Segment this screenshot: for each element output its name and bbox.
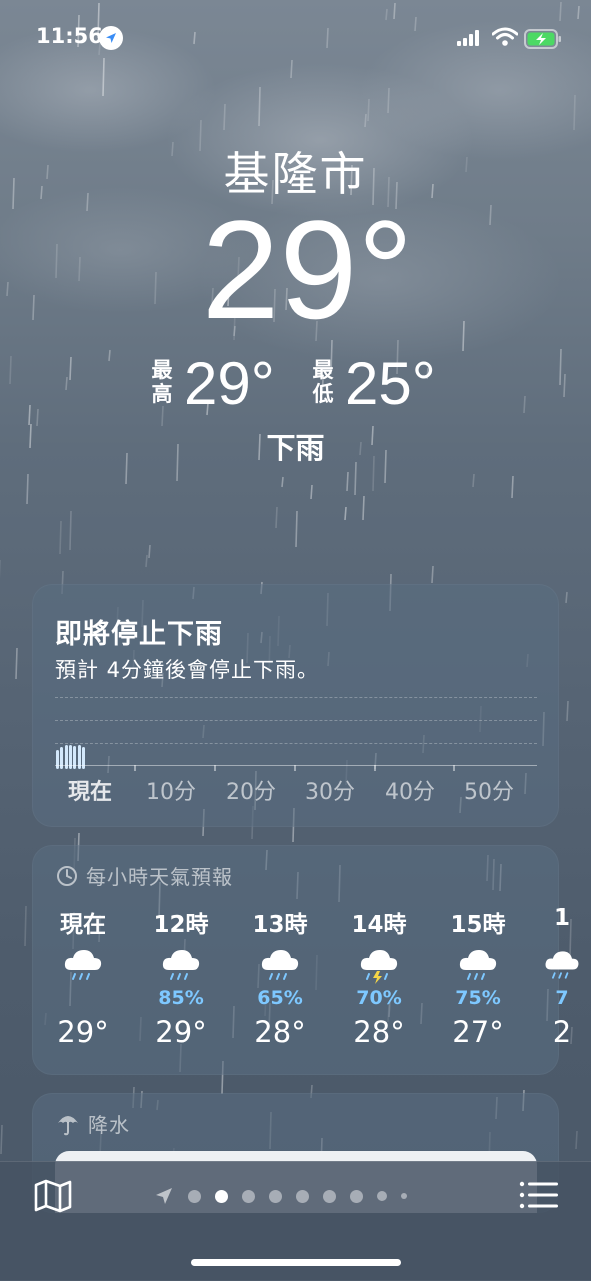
grid-line [55, 743, 537, 744]
hourly-forecast-card[interactable]: 每小時天氣預報 現在 29° 12時 85% 29° 13時 65% 28° 14時 70% 28°… [32, 845, 579, 1075]
location-page-icon[interactable] [154, 1186, 174, 1206]
hourly-header: 每小時天氣預報 [56, 861, 233, 890]
precip-chance: 85% [158, 987, 204, 1009]
precipitation-header: 降水 [56, 1109, 130, 1138]
chart-baseline [55, 765, 537, 766]
page-dot[interactable] [377, 1191, 387, 1201]
time-label: 40分 [385, 780, 435, 805]
high-temp: 29° [184, 350, 275, 417]
high-label: 最高 [151, 358, 173, 406]
list-icon[interactable] [519, 1180, 559, 1210]
axis-tick [453, 765, 455, 771]
battery-charging-icon [524, 29, 561, 49]
precip-chance [48, 987, 118, 1011]
hour-temp: 2 [552, 1015, 572, 1049]
page-dot[interactable] [323, 1189, 336, 1203]
status-bar: 11:56 [0, 0, 591, 70]
hour-label: 14時 [351, 912, 407, 938]
hourly-title: 每小時天氣預報 [86, 865, 233, 889]
precipitation-alert-card[interactable]: 即將停止下雨 預計 4分鐘後會停止下雨。 現在 10分 20分 30分 40分 … [32, 584, 559, 827]
hour-label: 12時 [153, 912, 209, 938]
precip-chance: 7 [555, 987, 569, 1009]
precipitation-title: 降水 [88, 1113, 130, 1137]
alert-title: 即將停止下雨 [55, 619, 223, 650]
high-low-temps: 最高 29° 最低 25° [0, 352, 591, 422]
page-dot[interactable] [188, 1189, 201, 1203]
precip-chance: 75% [455, 987, 501, 1009]
page-indicator[interactable] [154, 1184, 407, 1208]
hour-label: 1 [553, 905, 570, 931]
page-dot-active[interactable] [215, 1189, 228, 1203]
axis-tick [294, 765, 296, 771]
cloud-rain-icon [245, 943, 315, 987]
umbrella-icon [58, 1115, 78, 1135]
home-indicator[interactable] [191, 1259, 401, 1266]
cloud-rain-icon [443, 943, 513, 987]
time-label: 50分 [464, 780, 514, 805]
hour-column: 14時 70% 28° [344, 905, 414, 1049]
alert-subtitle: 預計 4分鐘後會停止下雨。 [55, 658, 320, 682]
low-label: 最低 [312, 358, 334, 406]
low-temp: 25° [345, 350, 436, 417]
clock-icon [57, 865, 77, 886]
hour-temp: 29° [155, 1015, 207, 1049]
page-dot[interactable] [350, 1189, 363, 1203]
hour-column: 現在 29° [48, 905, 118, 1049]
page-dot[interactable] [296, 1189, 309, 1203]
cloud-rain-icon [542, 943, 582, 987]
grid-line [55, 720, 537, 721]
hour-temp: 28° [353, 1015, 405, 1049]
cloud-bolt-rain-icon [344, 943, 414, 987]
axis-tick [214, 765, 216, 771]
hour-temp: 28° [254, 1015, 306, 1049]
time-label: 現在 [67, 780, 112, 805]
cloud-rain-icon [146, 943, 216, 987]
time-label: 10分 [146, 780, 196, 805]
status-time: 11:56 [36, 24, 103, 48]
current-temperature: 29° [201, 191, 414, 348]
cellular-signal-icon [457, 30, 479, 46]
hour-label: 15時 [450, 912, 506, 938]
page-dot[interactable] [401, 1193, 407, 1199]
time-label: 20分 [226, 780, 276, 805]
hour-column: 12時 85% 29° [146, 905, 216, 1049]
map-icon[interactable] [33, 1178, 73, 1214]
hour-column: 1 7 2 [542, 905, 582, 1049]
hour-column: 13時 65% 28° [245, 905, 315, 1049]
page-dot[interactable] [242, 1189, 255, 1203]
axis-tick [374, 765, 376, 771]
time-label: 30分 [305, 780, 355, 805]
hour-temp: 27° [452, 1015, 504, 1049]
weather-condition: 下雨 [266, 431, 325, 465]
precip-chance: 65% [257, 987, 303, 1009]
hour-temp: 29° [57, 1015, 109, 1049]
grid-line [55, 697, 537, 698]
page-dot[interactable] [269, 1189, 282, 1203]
cloud-rain-icon [48, 943, 118, 987]
location-arrow-icon [99, 26, 123, 50]
hour-label: 13時 [252, 912, 308, 938]
precip-chance: 70% [356, 987, 402, 1009]
intensity-bar [56, 750, 59, 769]
hour-label: 現在 [60, 912, 106, 938]
hour-column: 15時 75% 27° [443, 905, 513, 1049]
wifi-icon [492, 27, 518, 46]
axis-tick [134, 765, 136, 771]
